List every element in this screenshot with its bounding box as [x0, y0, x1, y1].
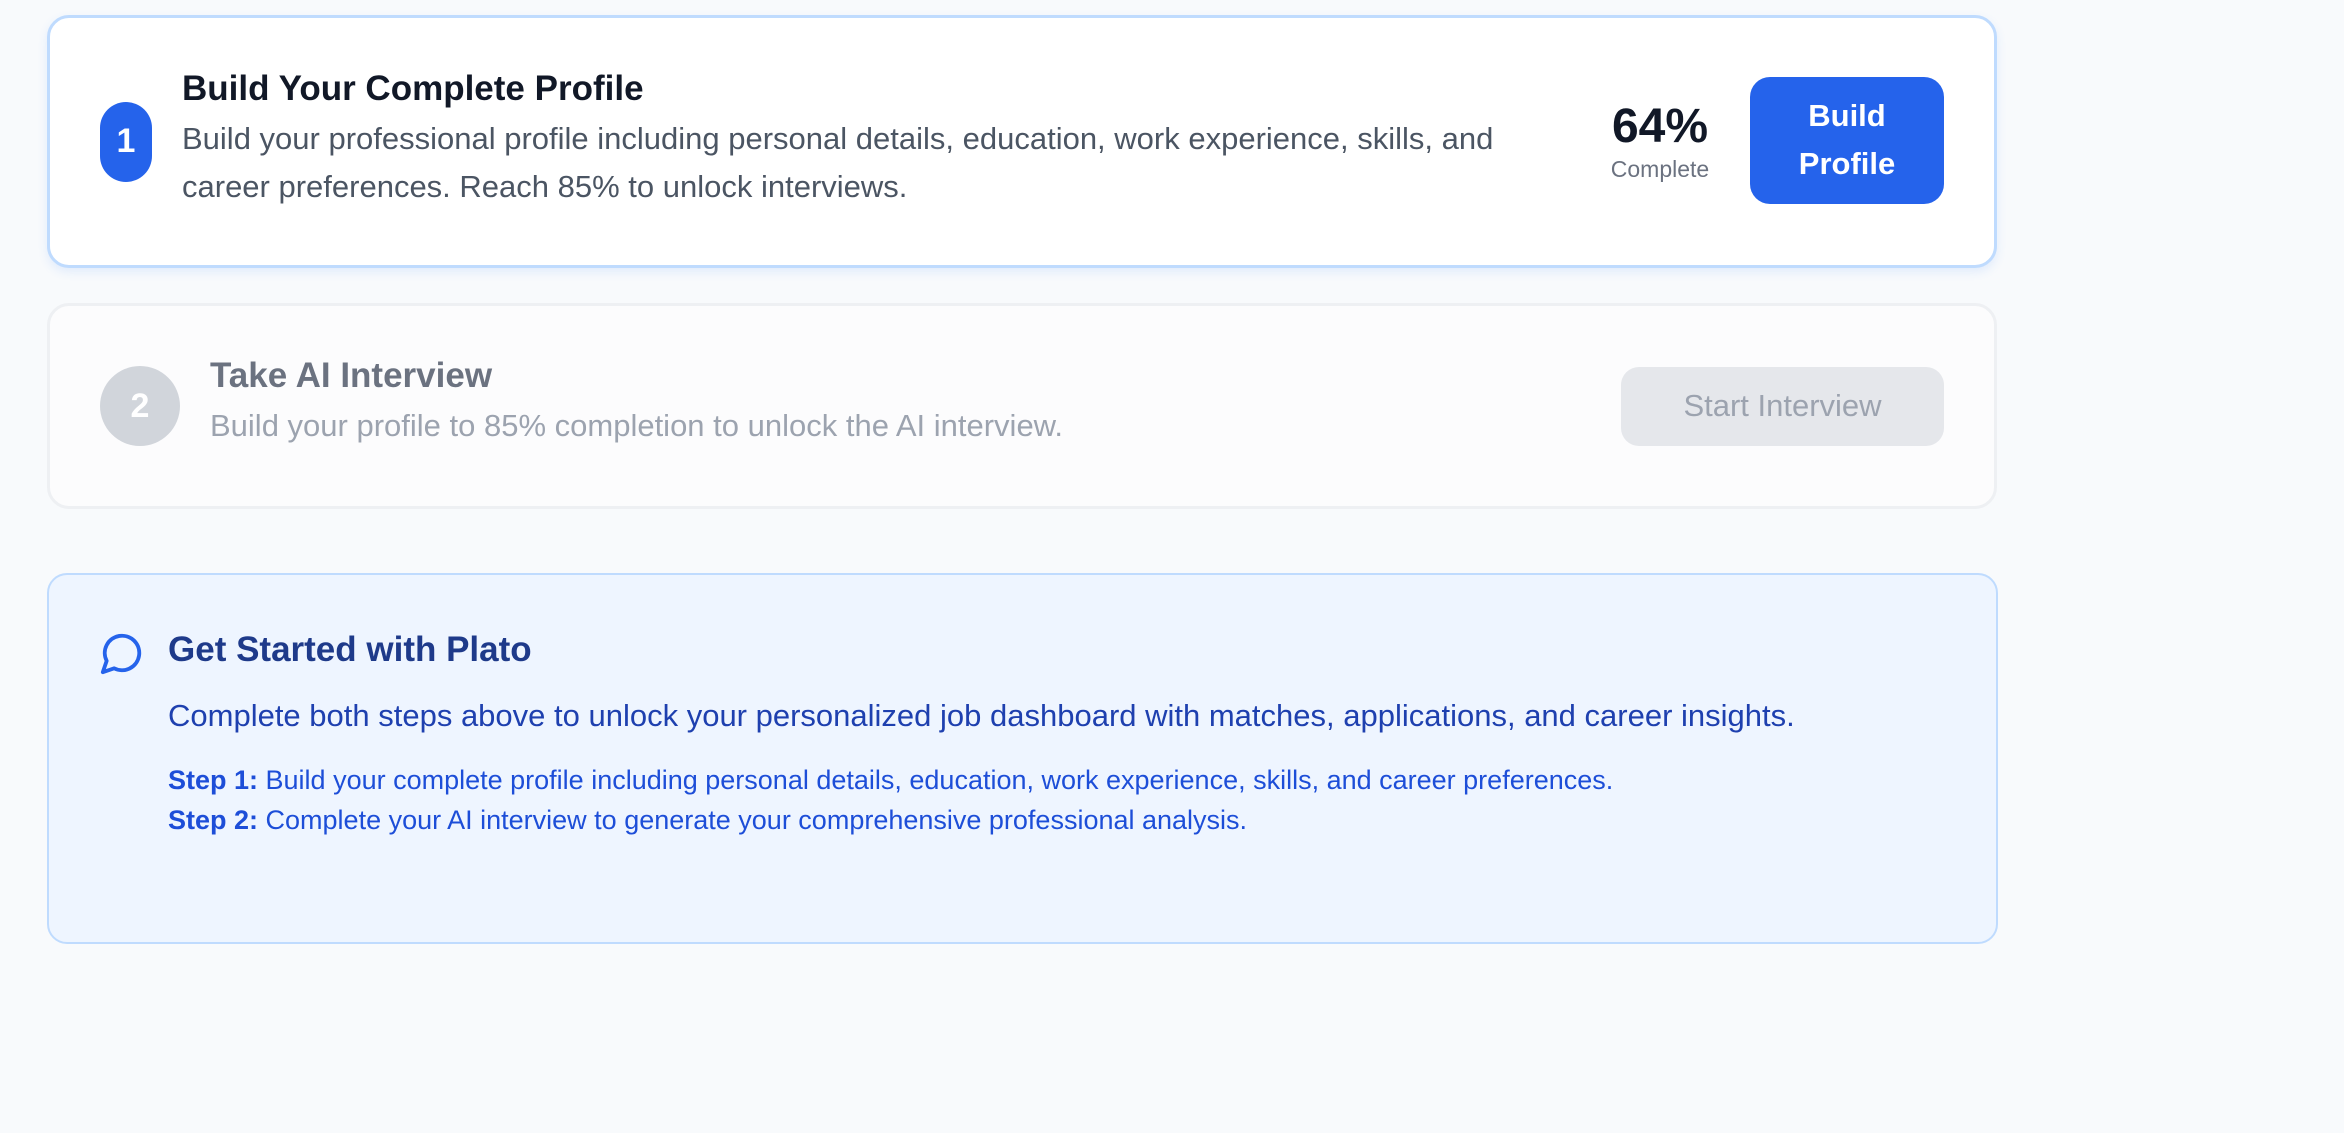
info-content: Get Started with Plato Complete both ste…: [168, 628, 1928, 942]
step-number-badge: 2: [100, 366, 180, 446]
step-title: Build Your Complete Profile: [182, 68, 644, 108]
step-text: Take AI Interview Build your profile to …: [210, 356, 1601, 450]
info-title: Get Started with Plato: [168, 630, 532, 669]
step-title: Take AI Interview: [210, 356, 493, 395]
profile-progress: 64% Complete: [1600, 100, 1720, 184]
info-steps-list: Step 1: Build your complete profile incl…: [168, 760, 1928, 840]
step-text: Build Your Complete Profile Build your p…: [182, 69, 1560, 211]
progress-percentage: 64%: [1611, 99, 1709, 153]
step-description: Build your profile to 85% completion to …: [210, 408, 1063, 443]
step-description: Build your professional profile includin…: [182, 120, 1494, 204]
build-profile-button[interactable]: Build Profile: [1750, 76, 1944, 204]
progress-label: Complete: [1610, 155, 1710, 182]
step-number-badge: 1: [100, 101, 152, 182]
chat-bubble-icon: [100, 633, 142, 675]
info-step-1-label: Step 1:: [168, 765, 259, 795]
onboarding-steps: 1 Build Your Complete Profile Build your…: [47, 15, 1998, 944]
info-step-1: Step 1: Build your complete profile incl…: [168, 760, 1928, 800]
step-card-build-profile: 1 Build Your Complete Profile Build your…: [47, 15, 1997, 268]
start-interview-button[interactable]: Start Interview: [1621, 366, 1944, 446]
info-step-2-label: Step 2:: [168, 805, 259, 835]
step-card-ai-interview: 2 Take AI Interview Build your profile t…: [47, 303, 1997, 509]
info-step-1-text: Build your complete profile including pe…: [258, 765, 1614, 795]
info-step-2-text: Complete your AI interview to generate y…: [258, 805, 1248, 835]
info-description: Complete both steps above to unlock your…: [168, 698, 1795, 733]
get-started-info-panel: Get Started with Plato Complete both ste…: [47, 573, 1998, 944]
info-step-2: Step 2: Complete your AI interview to ge…: [168, 800, 1928, 840]
